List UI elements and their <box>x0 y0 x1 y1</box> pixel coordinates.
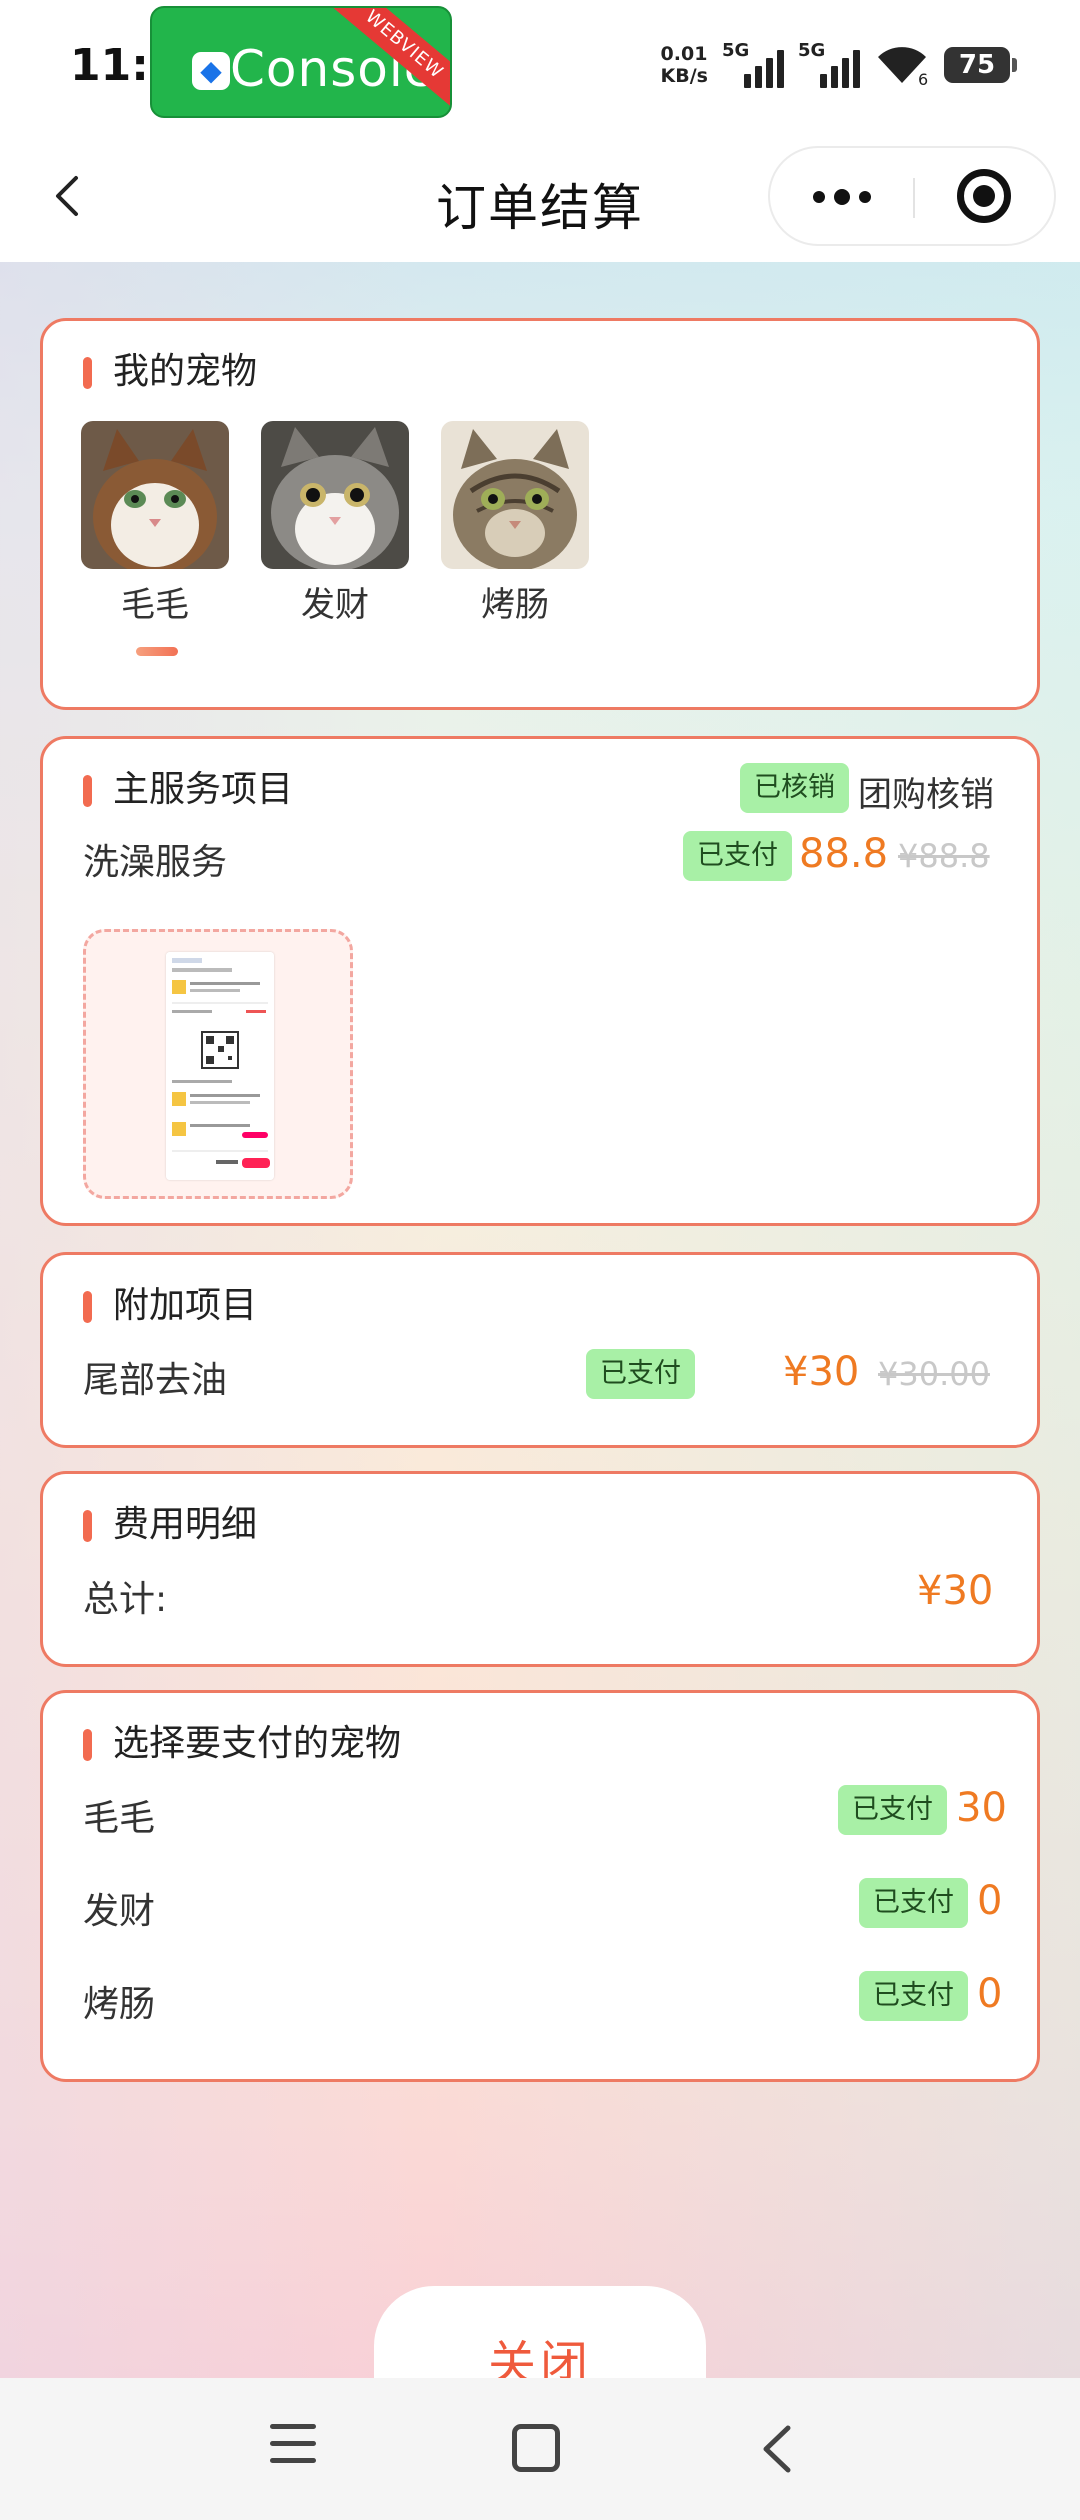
addon-item-name: 尾部去油 <box>83 1360 228 1401</box>
recent-apps-button[interactable] <box>270 2424 320 2474</box>
signal-icon: 5G <box>798 40 860 88</box>
pet-item-maomao[interactable]: 毛毛 <box>81 421 229 626</box>
nav-bar: 订单结算 <box>0 130 1080 262</box>
paid-tag: 已支付 <box>838 1785 947 1835</box>
addon-original-price: ¥30.00 <box>878 1355 990 1393</box>
pet-name: 烤肠 <box>481 585 549 625</box>
service-price: 88.8 <box>799 831 889 877</box>
home-button[interactable] <box>512 2424 560 2472</box>
service-name: 洗澡服务 <box>83 842 228 883</box>
menu-icon <box>270 2424 316 2429</box>
proof-screenshot-thumbnail <box>166 952 274 1180</box>
exit-miniprogram-button[interactable] <box>915 148 1054 244</box>
pay-pet-name[interactable]: 烤肠 <box>83 1975 155 2027</box>
my-pets-title: 我的宠物 <box>113 351 258 392</box>
pet-avatar <box>441 421 589 569</box>
network-speed-value: 0.01 <box>660 43 708 65</box>
pet-avatar <box>81 421 229 569</box>
more-button[interactable] <box>770 148 913 244</box>
total-value: ¥30 <box>917 1568 994 1614</box>
pay-amount: 0 <box>977 1971 1003 2017</box>
pet-name: 发财 <box>301 585 369 625</box>
chevron-left-icon <box>763 2425 791 2473</box>
card-title: 费用明细 <box>83 1500 257 1550</box>
status-bar: 11:06 ◆ Console WEBVIEW 0.01 KB/s 5G 5G … <box>0 0 1080 130</box>
card-title: 选择要支付的宠物 <box>83 1719 401 1769</box>
more-dots-icon <box>813 191 825 203</box>
pay-amount: 30 <box>956 1785 1007 1831</box>
paid-tag: 已支付 <box>586 1349 695 1399</box>
select-pet-title: 选择要支付的宠物 <box>113 1723 402 1764</box>
content-area: 我的宠物 毛毛 发财 烤肠 主服务项目 已核销 团购核销 洗澡服务 已支付 88… <box>0 262 1080 2378</box>
paid-tag: 已支付 <box>859 1971 968 2021</box>
title-accent-bar <box>83 1510 92 1542</box>
main-service-title: 主服务项目 <box>113 769 294 810</box>
pet-name: 毛毛 <box>121 585 189 625</box>
signal-icon: 5G <box>722 40 784 88</box>
miniprogram-capsule <box>768 146 1056 246</box>
status-indicators: 0.01 KB/s 5G 5G 6 75 <box>661 40 1017 90</box>
pay-amount: 0 <box>977 1878 1003 1924</box>
verify-type-label: 团购核销 <box>858 775 994 815</box>
title-accent-bar <box>83 1291 92 1323</box>
system-navigation-bar <box>0 2378 1080 2520</box>
pet-avatar <box>261 421 409 569</box>
wifi-icon: 6 <box>874 43 930 87</box>
pet-item-facai[interactable]: 发财 <box>261 421 409 626</box>
main-service-card: 主服务项目 已核销 团购核销 洗澡服务 已支付 88.8 ¥88.8 <box>40 736 1040 1226</box>
title-accent-bar <box>83 1729 92 1761</box>
paid-tag: 已支付 <box>683 831 792 881</box>
paid-tag: 已支付 <box>859 1878 968 1928</box>
pay-pet-name[interactable]: 毛毛 <box>83 1789 155 1841</box>
my-pets-card: 我的宠物 毛毛 发财 烤肠 <box>40 318 1040 710</box>
title-accent-bar <box>83 357 92 389</box>
system-back-button[interactable] <box>752 2422 802 2476</box>
total-label: 总计: <box>83 1579 168 1620</box>
card-title: 我的宠物 <box>83 347 257 397</box>
fee-details-card: 费用明细 总计: ¥30 <box>40 1471 1040 1667</box>
wifi-sub-label: 6 <box>918 70 928 87</box>
verified-tag: 已核销 <box>740 763 849 813</box>
pet-item-kaochang[interactable]: 烤肠 <box>441 421 589 626</box>
addon-card: 附加项目 尾部去油 已支付 ¥30 ¥30.00 <box>40 1252 1040 1448</box>
title-accent-bar <box>83 775 92 807</box>
card-title: 附加项目 <box>83 1281 257 1331</box>
console-icon: ◆ <box>192 52 230 90</box>
addon-title: 附加项目 <box>113 1285 258 1326</box>
service-original-price: ¥88.8 <box>898 837 990 875</box>
card-title: 主服务项目 <box>83 765 293 815</box>
pay-pet-name[interactable]: 发财 <box>83 1882 155 1934</box>
network-speed: 0.01 KB/s <box>661 43 708 87</box>
payment-proof-image[interactable] <box>83 929 353 1199</box>
select-pet-to-pay-card: 选择要支付的宠物 毛毛 已支付 30 发财 已支付 0 烤肠 已支付 0 <box>40 1690 1040 2082</box>
selected-pet-indicator <box>136 647 178 656</box>
fee-details-title: 费用明细 <box>113 1504 258 1545</box>
battery-icon: 75 <box>944 47 1017 83</box>
network-speed-unit: KB/s <box>660 65 708 87</box>
vconsole-button[interactable]: ◆ Console WEBVIEW <box>150 6 452 118</box>
addon-price: ¥30 <box>783 1349 860 1395</box>
